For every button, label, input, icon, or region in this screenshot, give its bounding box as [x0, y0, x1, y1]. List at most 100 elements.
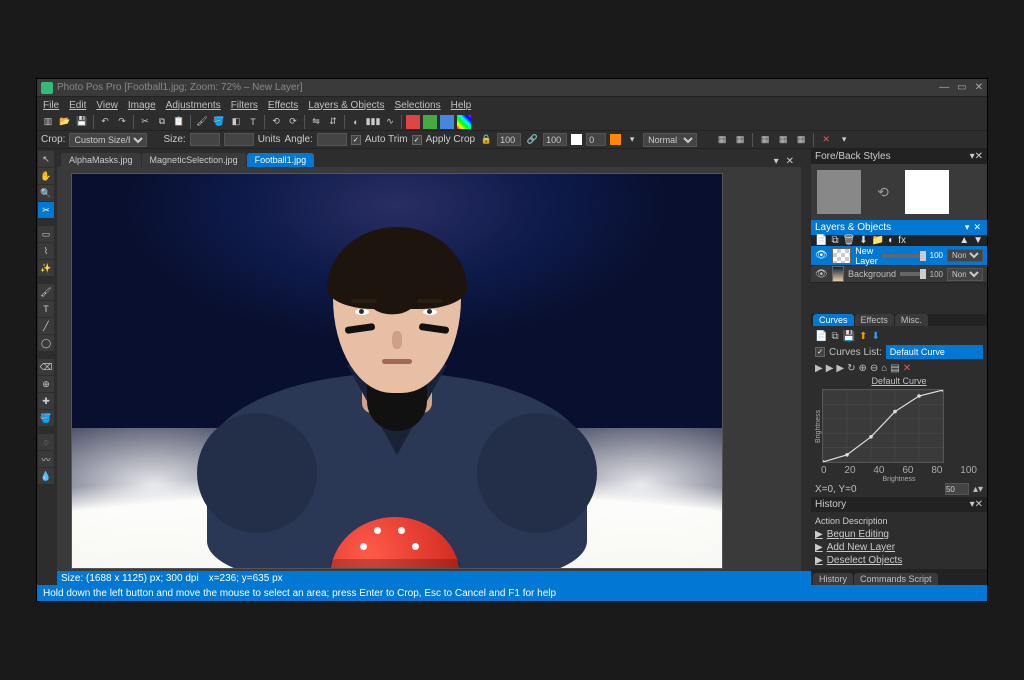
text-icon[interactable]: T — [246, 115, 260, 129]
adjust-color-icon[interactable]: ◐ — [349, 115, 363, 129]
delete-layer-icon[interactable]: 🗑 — [843, 235, 856, 246]
clone-tool[interactable]: ⊕ — [38, 376, 54, 392]
curves-tool-icon[interactable]: 📄 — [815, 331, 827, 342]
red-swatch-icon[interactable] — [406, 115, 420, 129]
swap-colors-icon[interactable]: ⟲ — [871, 180, 895, 204]
apply-crop-checkbox[interactable]: ✓ — [412, 135, 422, 145]
line-tool[interactable]: ╱ — [38, 318, 54, 334]
curves-down-icon[interactable]: ⬇ — [871, 331, 879, 342]
menu-view[interactable]: View — [96, 100, 118, 111]
curves-list-dropdown[interactable]: Default Curve — [886, 345, 983, 359]
menu-selections[interactable]: Selections — [394, 100, 440, 111]
new-icon[interactable]: ▥ — [41, 115, 55, 129]
layer-tool-icon[interactable]: ▦ — [794, 133, 808, 147]
lock-icon[interactable]: 🔒 — [479, 133, 493, 147]
menu-edit[interactable]: Edit — [69, 100, 86, 111]
close-panel-icon[interactable]: ✕ — [975, 499, 983, 510]
shape-tool[interactable]: ◯ — [38, 335, 54, 351]
curves-action-icon[interactable]: ▤ — [890, 363, 899, 374]
tab-commands-script[interactable]: Commands Script — [854, 573, 938, 585]
save-icon[interactable]: 💾 — [75, 115, 89, 129]
eraser-tool[interactable]: ⌫ — [38, 359, 54, 375]
menu-image[interactable]: Image — [128, 100, 156, 111]
blur-tool[interactable]: ◌ — [38, 434, 54, 450]
tab-history-bottom[interactable]: History — [813, 573, 853, 585]
crop-tool[interactable]: ✂ — [38, 202, 54, 218]
curves-delete-icon[interactable]: ✕ — [903, 363, 911, 374]
spin-buttons[interactable]: ▴▾ — [973, 484, 983, 495]
tab-effects[interactable]: Effects — [855, 314, 894, 326]
close-panel-icon[interactable]: ✕ — [975, 151, 983, 162]
height-input[interactable] — [224, 133, 254, 146]
copy-layer-icon[interactable]: ⧉ — [831, 235, 838, 246]
flip-v-icon[interactable]: ⇵ — [326, 115, 340, 129]
history-item[interactable]: ▶Deselect Objects — [815, 554, 983, 567]
cut-icon[interactable]: ✂ — [138, 115, 152, 129]
opacity-input[interactable] — [586, 133, 606, 146]
menu-adjustments[interactable]: Adjustments — [166, 100, 221, 111]
brush-tool[interactable]: 🖌 — [38, 284, 54, 300]
layer-blend-select[interactable]: Norm. — [947, 249, 983, 262]
green-swatch-icon[interactable] — [423, 115, 437, 129]
layer-blend-select[interactable]: Norm. — [947, 268, 983, 281]
heal-tool[interactable]: ✚ — [38, 393, 54, 409]
curves-action-icon[interactable]: ⊕ — [859, 363, 867, 374]
scrollbar[interactable] — [801, 149, 811, 571]
curves-up-icon[interactable]: ⬆ — [859, 331, 867, 342]
eyedropper-tool[interactable]: 💧 — [38, 468, 54, 484]
curves-spin-input[interactable] — [945, 483, 969, 495]
menu-file[interactable]: File — [43, 100, 59, 111]
curves-action-icon[interactable]: ▶ — [826, 363, 834, 374]
curves-chart[interactable] — [822, 389, 944, 463]
rotate-right-icon[interactable]: ⟳ — [286, 115, 300, 129]
layer-tool-icon[interactable]: ▦ — [733, 133, 747, 147]
minimize-button[interactable]: — — [939, 82, 949, 93]
fill-icon[interactable]: 🪣 — [212, 115, 226, 129]
h-percent-input[interactable] — [543, 133, 567, 146]
flip-h-icon[interactable]: ⇋ — [309, 115, 323, 129]
link-icon[interactable]: 🔗 — [525, 133, 539, 147]
smudge-tool[interactable]: 〰 — [38, 451, 54, 467]
curves-action-icon[interactable]: ▶ — [815, 363, 823, 374]
curves-enable-checkbox[interactable]: ✓ — [815, 347, 825, 357]
merge-icon[interactable]: ⬇ — [859, 235, 867, 246]
canvas-image[interactable] — [71, 173, 723, 569]
curves-tool-icon[interactable]: 💾 — [843, 331, 855, 342]
tab-misc[interactable]: Misc. — [895, 314, 928, 326]
close-button[interactable]: ✕ — [975, 82, 983, 93]
rotate-left-icon[interactable]: ⟲ — [269, 115, 283, 129]
canvas-viewport[interactable] — [57, 167, 801, 571]
eye-icon[interactable]: 👁 — [815, 250, 828, 261]
wand-tool[interactable]: ✨ — [38, 260, 54, 276]
history-item[interactable]: ▶Add New Layer — [815, 541, 983, 554]
delete-icon[interactable]: ✕ — [819, 133, 833, 147]
opacity-slider[interactable] — [882, 254, 926, 258]
layer-row[interactable]: 👁 Background 100 Norm. — [811, 266, 987, 283]
move-tool[interactable]: ↖ — [38, 151, 54, 167]
text-tool[interactable]: T — [38, 301, 54, 317]
layer-row[interactable]: 👁 New Layer 100 Norm. — [811, 246, 987, 266]
background-swatch[interactable] — [905, 170, 949, 214]
fill-tool[interactable]: 🪣 — [38, 410, 54, 426]
spectrum-icon[interactable] — [457, 115, 471, 129]
move-up-icon[interactable]: ▲ — [959, 235, 969, 246]
layer-tool-icon[interactable]: ▦ — [758, 133, 772, 147]
dropdown-icon[interactable]: ▾ — [625, 133, 639, 147]
menu-help[interactable]: Help — [451, 100, 472, 111]
menu-layers[interactable]: Layers & Objects — [308, 100, 384, 111]
layer-tool-icon[interactable]: ▦ — [776, 133, 790, 147]
lasso-tool[interactable]: ⌇ — [38, 243, 54, 259]
white-swatch[interactable] — [571, 134, 582, 145]
auto-trim-checkbox[interactable]: ✓ — [351, 135, 361, 145]
curves-icon[interactable]: ∿ — [383, 115, 397, 129]
tab-football[interactable]: Football1.jpg — [247, 153, 315, 167]
curves-action-icon[interactable]: ▶ — [836, 363, 844, 374]
copy-icon[interactable]: ⧉ — [155, 115, 169, 129]
open-icon[interactable]: 📂 — [58, 115, 72, 129]
tab-close-icon[interactable]: ✕ — [783, 156, 797, 167]
curves-action-icon[interactable]: ⌂ — [881, 363, 887, 374]
w-percent-input[interactable] — [497, 133, 521, 146]
width-input[interactable] — [190, 133, 220, 146]
new-layer-icon[interactable]: 📄 — [815, 235, 827, 246]
tab-magneticselection[interactable]: MagneticSelection.jpg — [142, 153, 246, 167]
